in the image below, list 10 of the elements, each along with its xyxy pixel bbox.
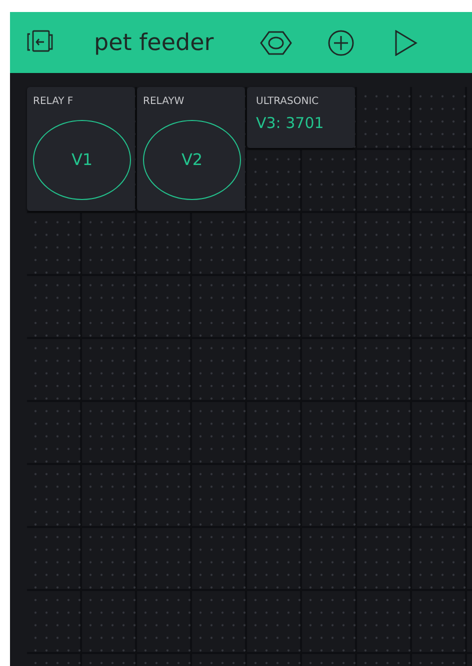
- hexagon-icon[interactable]: [260, 30, 292, 54]
- widget-label: ULTRASONIC: [256, 96, 319, 108]
- pin-button[interactable]: V2: [143, 120, 241, 200]
- pin-button[interactable]: V1: [33, 120, 131, 200]
- value-reading: V3: 3701: [256, 114, 324, 132]
- widget-label: RELAY F: [33, 96, 74, 108]
- play-icon[interactable]: [394, 30, 418, 56]
- widget-label: RELAYW: [143, 96, 184, 108]
- project-title: pet feeder: [94, 28, 214, 56]
- add-icon[interactable]: [328, 30, 354, 56]
